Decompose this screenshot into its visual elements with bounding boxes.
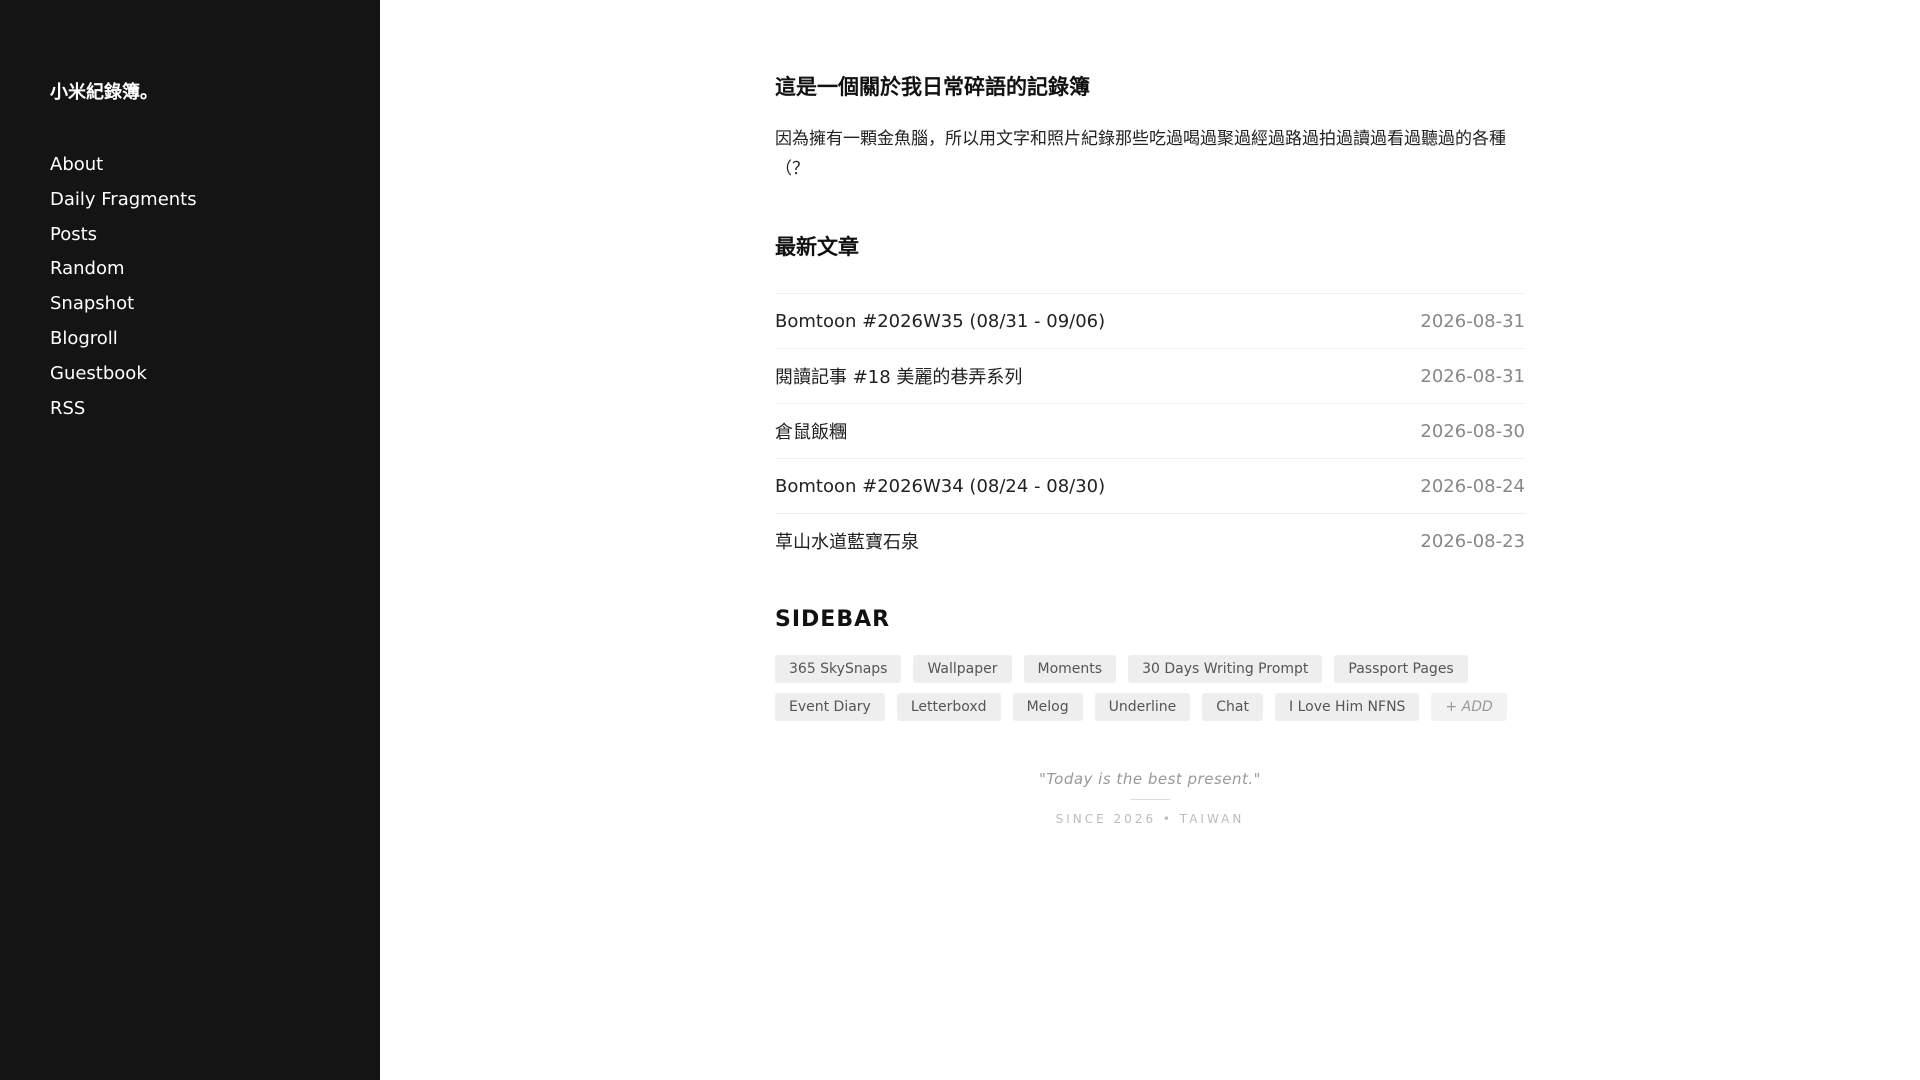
latest-posts-heading: 最新文章 [775, 235, 859, 259]
post-row[interactable]: 倉鼠飯糰 2026-08-30 [775, 404, 1525, 459]
post-row[interactable]: Bomtoon #2026W35 (08/31 - 09/06) 2026-08… [775, 294, 1525, 349]
tag-passport-pages[interactable]: Passport Pages [1334, 655, 1468, 683]
post-title[interactable]: 草山水道藍寶石泉 [775, 528, 919, 554]
post-row[interactable]: 閱讀記事 #18 美麗的巷弄系列 2026-08-31 [775, 349, 1525, 404]
intro-text: 因為擁有一顆金魚腦，所以用文字和照片紀錄那些吃過喝過聚過經過路過拍過讀過看過聽過… [775, 129, 1506, 179]
post-date: 2026-08-23 [1420, 530, 1525, 552]
post-row[interactable]: Bomtoon #2026W34 (08/24 - 08/30) 2026-08… [775, 459, 1525, 514]
post-date: 2026-08-24 [1420, 475, 1525, 497]
nav-item-random[interactable]: Random [50, 256, 197, 291]
tag-row: Event Diary Letterboxd Melog Underline C… [775, 693, 1535, 721]
tag-30-days-writing-prompt[interactable]: 30 Days Writing Prompt [1128, 655, 1323, 683]
post-title[interactable]: Bomtoon #2026W35 (08/31 - 09/06) [775, 311, 1105, 332]
tag-365-skysnaps[interactable]: 365 SkySnaps [775, 655, 902, 683]
post-title[interactable]: 閱讀記事 #18 美麗的巷弄系列 [775, 363, 1022, 389]
footer-quote: "Today is the best present." [1038, 770, 1262, 788]
nav-item-guestbook[interactable]: Guestbook [50, 361, 197, 396]
sidebar-tags: 365 SkySnaps Wallpaper Moments 30 Days W… [775, 655, 1535, 731]
tag-melog[interactable]: Melog [1012, 693, 1083, 721]
nav-item-posts[interactable]: Posts [50, 222, 197, 257]
page: 小米紀錄簿。 About Daily Fragments Posts Rando… [0, 0, 1920, 1080]
nav-item-snapshot[interactable]: Snapshot [50, 291, 197, 326]
sidebar-section-heading: SIDEBAR [775, 607, 891, 632]
post-date: 2026-08-30 [1420, 420, 1525, 442]
intro-title: 這是一個關於我日常碎語的記錄簿 [775, 75, 1090, 99]
post-title[interactable]: 倉鼠飯糰 [775, 418, 847, 444]
tag-event-diary[interactable]: Event Diary [775, 693, 885, 721]
tag-wallpaper[interactable]: Wallpaper [913, 655, 1012, 683]
nav-item-about[interactable]: About [50, 152, 197, 187]
footer-divider [1130, 799, 1170, 800]
footer: "Today is the best present." SINCE 2026 … [775, 770, 1525, 826]
nav-item-rss[interactable]: RSS [50, 396, 197, 431]
tag-i-love-him-nfns[interactable]: I Love Him NFNS [1275, 693, 1420, 721]
add-tag-button[interactable]: + ADD [1431, 693, 1507, 721]
post-row[interactable]: 草山水道藍寶石泉 2026-08-23 [775, 514, 1525, 568]
nav-item-blogroll[interactable]: Blogroll [50, 326, 197, 361]
post-date: 2026-08-31 [1420, 310, 1525, 332]
sidebar: 小米紀錄簿。 About Daily Fragments Posts Rando… [0, 0, 380, 1080]
post-date: 2026-08-31 [1420, 365, 1525, 387]
tag-underline[interactable]: Underline [1094, 693, 1191, 721]
site-title[interactable]: 小米紀錄簿。 [50, 78, 158, 104]
nav-item-daily-fragments[interactable]: Daily Fragments [50, 187, 197, 222]
latest-posts-list: Bomtoon #2026W35 (08/31 - 09/06) 2026-08… [775, 293, 1525, 568]
sidebar-nav: About Daily Fragments Posts Random Snaps… [50, 152, 197, 430]
post-title[interactable]: Bomtoon #2026W34 (08/24 - 08/30) [775, 476, 1105, 497]
tag-chat[interactable]: Chat [1202, 693, 1263, 721]
tag-letterboxd[interactable]: Letterboxd [896, 693, 1001, 721]
tag-moments[interactable]: Moments [1023, 655, 1117, 683]
tag-row: 365 SkySnaps Wallpaper Moments 30 Days W… [775, 655, 1535, 683]
footer-since: SINCE 2026 • TAIWAN [1055, 812, 1245, 826]
